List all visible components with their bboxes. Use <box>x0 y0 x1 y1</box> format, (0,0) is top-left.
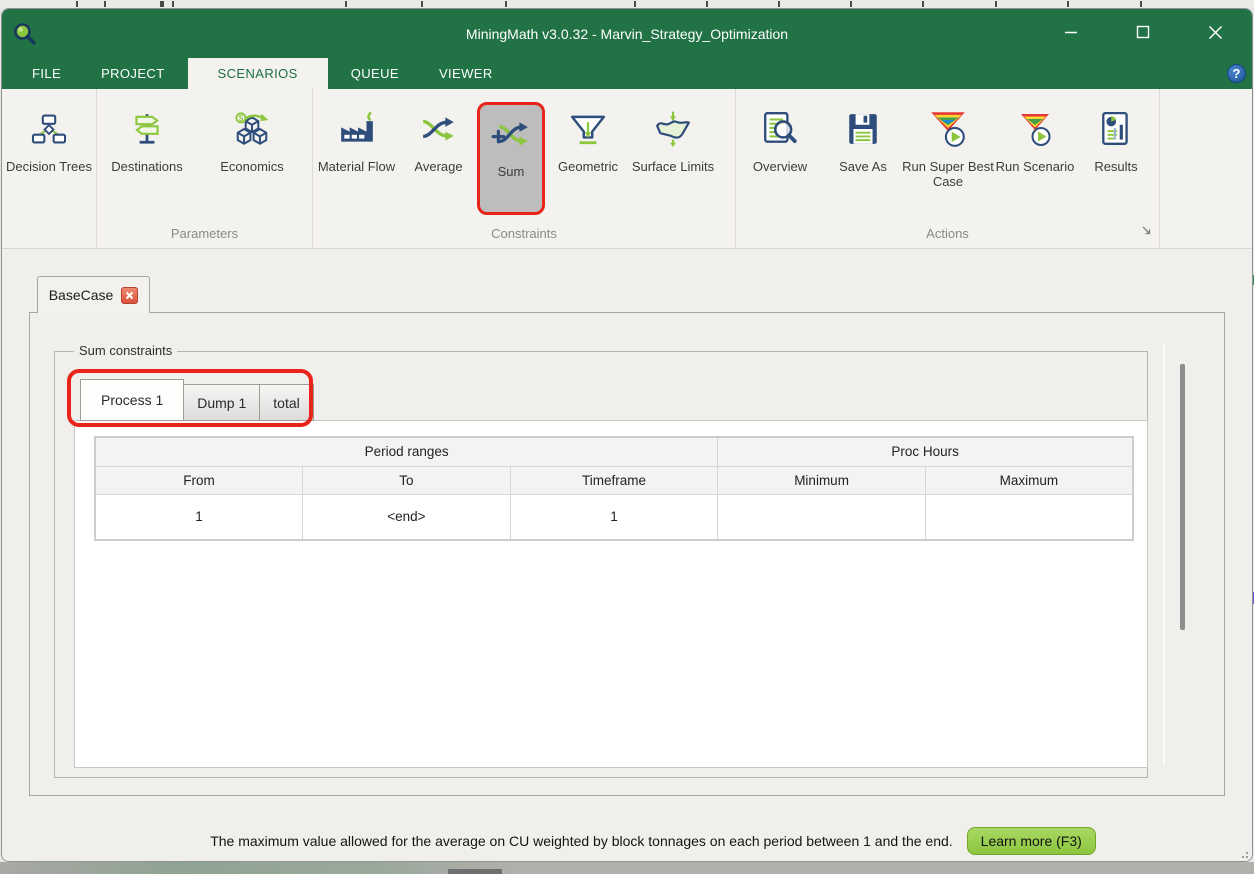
tab-total[interactable]: total <box>259 384 313 421</box>
minimize-button[interactable] <box>1060 21 1082 43</box>
scrollbar-thumb[interactable] <box>1180 364 1185 630</box>
ribbon-group-decision-trees: Decision Trees <box>2 89 97 248</box>
run-scenario-button[interactable]: Run Scenario <box>994 101 1076 175</box>
surface-limits-button[interactable]: Surface Limits <box>631 101 715 175</box>
close-button[interactable] <box>1204 21 1226 43</box>
menu-tab-file[interactable]: FILE <box>15 58 78 89</box>
miningmath-window: MiningMath v3.0.32 - Marvin_Strategy_Opt… <box>1 8 1253 862</box>
cell-from[interactable]: 1 <box>95 494 303 540</box>
dialog-launcher-icon[interactable] <box>1141 223 1152 241</box>
tab-dump-1[interactable]: Dump 1 <box>183 384 260 421</box>
vertical-scrollbar[interactable] <box>1163 343 1193 765</box>
menu-tab-project[interactable]: PROJECT <box>84 58 181 89</box>
process-1-pane: Period ranges Proc Hours From To Timefra… <box>74 420 1148 768</box>
ribbon-group-actions: Overview Save As <box>736 89 1160 248</box>
table-header-row: From To Timeframe Minimum Maximum <box>95 466 1133 494</box>
column-group-proc-hours: Proc Hours <box>718 437 1133 466</box>
titlebar: MiningMath v3.0.32 - Marvin_Strategy_Opt… <box>2 9 1252 58</box>
surface-limits-icon <box>654 101 692 157</box>
save-as-icon <box>845 101 881 157</box>
sum-constraints-groupbox: Sum constraints Process 1 Dump 1 total P… <box>54 351 1148 778</box>
resize-grip[interactable] <box>1238 848 1248 858</box>
run-scenario-icon <box>1015 101 1055 157</box>
destinations-button[interactable]: Destinations <box>97 101 197 175</box>
close-scenario-tab-icon[interactable] <box>121 287 138 304</box>
scenario-tab-label: BaseCase <box>49 287 114 303</box>
basecase-panel: Sum constraints Process 1 Dump 1 total P… <box>29 312 1225 796</box>
menu-tab-queue[interactable]: QUEUE <box>334 58 416 89</box>
geometric-button[interactable]: Geometric <box>545 101 631 175</box>
results-icon <box>1098 101 1134 157</box>
menu-tab-viewer[interactable]: VIEWER <box>422 58 510 89</box>
screen: MiningMath v3.0.32 - Marvin_Strategy_Opt… <box>0 0 1254 874</box>
svg-text:$: $ <box>239 114 244 123</box>
column-header-timeframe: Timeframe <box>510 466 718 494</box>
run-super-best-case-icon <box>927 101 969 157</box>
sum-constraints-table: Period ranges Proc Hours From To Timefra… <box>94 436 1134 541</box>
cell-minimum[interactable] <box>718 494 926 540</box>
scenario-content: BaseCase Sum constraints Process 1 Dump … <box>2 249 1252 821</box>
maximize-button[interactable] <box>1132 21 1154 43</box>
learn-more-button[interactable]: Learn more (F3) <box>967 827 1096 855</box>
column-header-to: To <box>303 466 511 494</box>
destinations-icon <box>129 101 165 157</box>
menu-tab-scenarios[interactable]: SCENARIOS <box>188 58 328 89</box>
statusbar: The maximum value allowed for the averag… <box>2 820 1252 861</box>
column-header-maximum: Maximum <box>925 466 1133 494</box>
decision-trees-icon <box>31 101 67 157</box>
column-group-period-ranges: Period ranges <box>95 437 718 466</box>
menubar: FILE PROJECT SCENARIOS QUEUE VIEWER ? <box>2 58 1252 89</box>
sum-button[interactable]: Sum <box>477 102 545 215</box>
economics-button[interactable]: $ Economics <box>197 101 307 175</box>
material-flow-button[interactable]: Material Flow <box>313 101 400 175</box>
scenario-tab-basecase[interactable]: BaseCase <box>37 276 150 313</box>
table-row: 1 <end> 1 <box>95 494 1133 540</box>
economics-icon: $ <box>233 101 271 157</box>
groupbox-title: Sum constraints <box>74 343 177 358</box>
destination-tabs: Process 1 Dump 1 total <box>80 379 314 421</box>
overview-icon <box>761 101 799 157</box>
column-header-from: From <box>95 466 303 494</box>
background-window-artifact <box>448 869 502 874</box>
status-message: The maximum value allowed for the averag… <box>210 833 952 849</box>
ribbon-group-constraints: Material Flow Average <box>313 89 736 248</box>
run-super-best-case-button[interactable]: Run Super Best Case <box>902 101 994 190</box>
overview-button[interactable]: Overview <box>736 101 824 175</box>
background-window-sliver-bottom <box>0 862 1254 874</box>
average-icon <box>420 101 458 157</box>
help-icon[interactable]: ? <box>1227 64 1246 83</box>
table-group-header-row: Period ranges Proc Hours <box>95 437 1133 466</box>
cell-timeframe[interactable]: 1 <box>510 494 718 540</box>
cell-maximum[interactable] <box>925 494 1133 540</box>
sum-icon <box>491 106 531 162</box>
column-header-minimum: Minimum <box>718 466 926 494</box>
ribbon: Decision Trees Destinations <box>2 89 1252 249</box>
cell-to[interactable]: <end> <box>303 494 511 540</box>
save-as-button[interactable]: Save As <box>824 101 902 175</box>
ribbon-group-parameters: Destinations $ <box>97 89 313 248</box>
average-button[interactable]: Average <box>400 101 477 175</box>
background-window-sliver-top <box>0 0 1254 8</box>
decision-trees-button[interactable]: Decision Trees <box>2 101 96 175</box>
tab-process-1[interactable]: Process 1 <box>80 379 184 421</box>
results-button[interactable]: Results <box>1076 101 1156 175</box>
geometric-icon <box>569 101 607 157</box>
material-flow-icon <box>338 101 376 157</box>
